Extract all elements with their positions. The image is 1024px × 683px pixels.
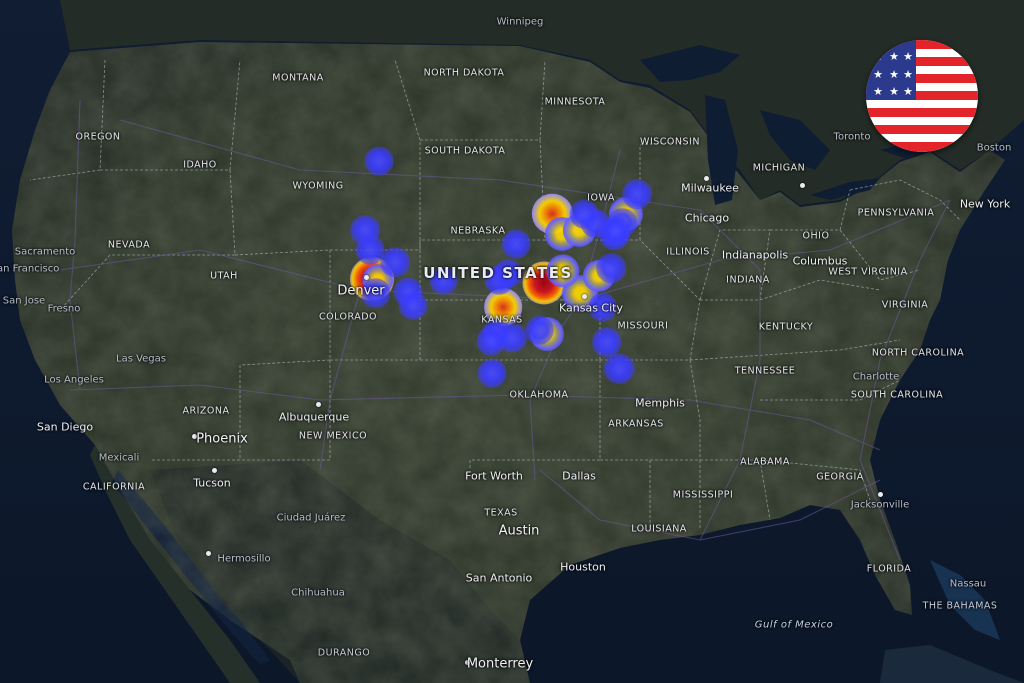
svg-text:★: ★ bbox=[889, 85, 899, 98]
svg-text:★: ★ bbox=[903, 85, 913, 98]
city-dot-kansas-city bbox=[581, 293, 587, 299]
city-dot-denver bbox=[363, 274, 369, 280]
city-dot-phoenix bbox=[191, 433, 197, 439]
city-dot-albuquerque bbox=[315, 401, 321, 407]
svg-text:★: ★ bbox=[873, 68, 883, 81]
svg-text:★: ★ bbox=[903, 50, 913, 63]
city-dot-tucson bbox=[211, 467, 217, 473]
city-dot-jacksonville bbox=[877, 491, 883, 497]
us-flag-button[interactable]: ★ ★ ★ ★ ★ ★ ★ ★ ★ bbox=[866, 40, 978, 152]
city-dot-detroit bbox=[799, 182, 805, 188]
svg-text:★: ★ bbox=[889, 50, 899, 63]
svg-text:★: ★ bbox=[889, 68, 899, 81]
city-dot-milwaukee bbox=[703, 175, 709, 181]
svg-text:★: ★ bbox=[873, 85, 883, 98]
city-dot-monterrey bbox=[464, 659, 470, 665]
city-dot-hermosillo bbox=[205, 550, 211, 556]
heatmap-map[interactable]: UNITED STATES MONTANA NORTH DAKOTA MINNE… bbox=[0, 0, 1024, 683]
us-flag-icon: ★ ★ ★ ★ ★ ★ ★ ★ ★ bbox=[866, 40, 978, 152]
svg-text:★: ★ bbox=[903, 68, 913, 81]
